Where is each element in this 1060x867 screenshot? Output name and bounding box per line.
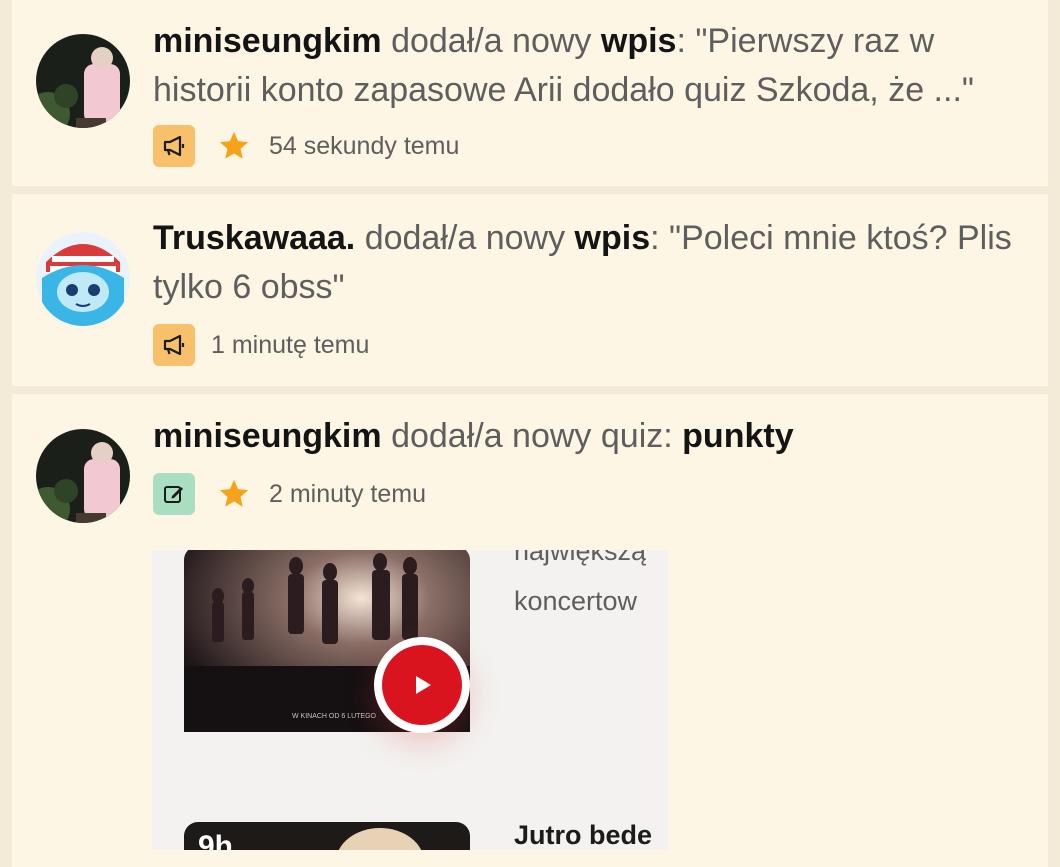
post-excerpt: : "Pierwszy raz w — [676, 22, 935, 60]
meta-row: 54 sekundy temu — [153, 125, 459, 167]
meta-row: 2 minuty temu — [153, 473, 426, 515]
edit-icon — [153, 473, 195, 515]
star-icon[interactable] — [217, 129, 251, 163]
excerpt-text: historii konto zapasowe Arii dodało quiz… — [153, 71, 974, 109]
play-button[interactable] — [374, 637, 470, 733]
avatar[interactable] — [36, 232, 130, 326]
quiz-preview[interactable]: W KINACH OD 6 LUTEGO największą koncerto… — [152, 550, 668, 850]
timestamp: 54 sekundy temu — [269, 131, 460, 160]
post-link[interactable]: wpis — [575, 219, 651, 257]
action-text: dodał/a nowy — [364, 219, 566, 257]
action-text: dodał/a nowy quiz: — [391, 417, 673, 455]
timestamp: 1 minutę temu — [211, 330, 370, 359]
megaphone-icon — [153, 324, 195, 366]
meta-row: 1 minutę temu — [153, 324, 369, 366]
play-icon — [382, 645, 462, 725]
post-excerpt-continued: tylko 6 obss" — [153, 263, 1043, 312]
username-link[interactable]: miniseungkim — [153, 22, 382, 60]
post-excerpt-continued: historii konto zapasowe Arii dodało quiz… — [153, 66, 1043, 115]
activity-text: Truskawaaa. dodał/a nowy wpis: "Poleci m… — [153, 214, 1043, 263]
post-link[interactable]: wpis — [601, 22, 677, 60]
feed-item: Truskawaaa. dodał/a nowy wpis: "Poleci m… — [12, 194, 1048, 386]
username-link[interactable]: Truskawaaa. — [153, 219, 355, 257]
excerpt-text: tylko 6 obss" — [153, 268, 345, 306]
activity-text: miniseungkim dodał/a nowy quiz: punkty — [153, 412, 1043, 461]
avatar[interactable] — [36, 34, 130, 128]
quiz-link[interactable]: punkty — [682, 417, 793, 455]
feed-item: miniseungkim dodał/a nowy quiz: punkty 2… — [12, 394, 1048, 867]
activity-text: miniseungkim dodał/a nowy wpis: "Pierwsz… — [153, 17, 1043, 66]
avatar[interactable] — [36, 429, 130, 523]
action-text: dodał/a nowy — [391, 22, 592, 60]
preview-text: największą — [514, 550, 647, 566]
thumbnail-label: 9h — [198, 830, 233, 850]
post-excerpt: : "Poleci mnie ktoś? Plis — [650, 219, 1012, 257]
thumbnail-image: 9h — [184, 822, 470, 850]
star-icon[interactable] — [217, 477, 251, 511]
feed-item: miniseungkim dodał/a nowy wpis: "Pierwsz… — [12, 0, 1048, 186]
megaphone-icon — [153, 125, 195, 167]
preview-text: Jutro bede — [514, 820, 653, 850]
username-link[interactable]: miniseungkim — [153, 417, 382, 455]
preview-text: koncertow — [514, 586, 638, 616]
timestamp: 2 minuty temu — [269, 479, 427, 508]
poster-caption: W KINACH OD 6 LUTEGO — [292, 713, 377, 720]
